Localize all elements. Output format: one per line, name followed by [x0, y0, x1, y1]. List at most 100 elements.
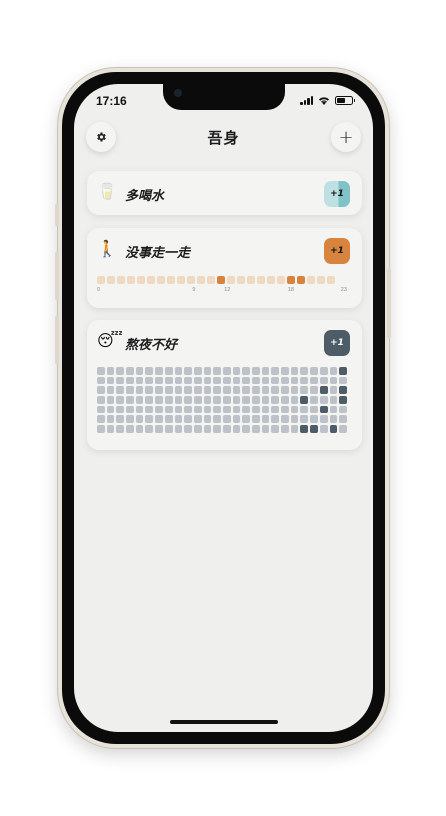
- history-cell: [135, 415, 144, 424]
- hour-cell: [227, 276, 235, 284]
- history-cell: [184, 367, 192, 375]
- hour-cell: [147, 276, 155, 284]
- history-cell: [174, 386, 183, 395]
- history-cell: [135, 386, 144, 395]
- history-cell: [203, 367, 212, 375]
- walking-person-icon: 🚶: [97, 239, 117, 258]
- history-cell: [252, 386, 260, 395]
- history-cell: [145, 405, 154, 414]
- history-cell: [310, 367, 318, 375]
- history-cell: [271, 425, 280, 433]
- history-cell: [252, 376, 260, 385]
- hour-tick-label: 23: [340, 287, 347, 293]
- battery-icon: [335, 96, 355, 105]
- history-cell: [135, 367, 144, 375]
- history-cell: [145, 396, 154, 404]
- history-cell: [164, 376, 173, 385]
- history-cell: [310, 376, 318, 385]
- history-cell: [126, 367, 134, 375]
- history-cell: [290, 376, 299, 385]
- hour-cell: [247, 276, 255, 284]
- history-cell: [97, 396, 105, 404]
- history-cell: [184, 396, 192, 404]
- history-cell: [281, 396, 289, 404]
- history-cell: [319, 425, 328, 433]
- history-cell: [339, 367, 347, 375]
- history-cell: [261, 405, 270, 414]
- hour-cell: [277, 276, 285, 284]
- habit-title: 多喝水: [125, 189, 165, 204]
- history-cell: [329, 367, 338, 375]
- plus-one-button[interactable]: +1: [324, 238, 350, 264]
- history-cell: [135, 405, 144, 414]
- history-cell: [290, 405, 299, 414]
- hour-cell: [137, 276, 145, 284]
- history-cell: [300, 405, 309, 414]
- plus-one-button[interactable]: +1: [324, 181, 350, 207]
- history-cell: [329, 415, 338, 424]
- habit-card-walk[interactable]: 🚶 没事走一走 +1 0 9 12 18 23: [87, 228, 362, 308]
- history-cell: [222, 425, 231, 433]
- history-cell: [232, 405, 241, 414]
- history-cell: [145, 386, 154, 395]
- history-cell: [193, 396, 202, 404]
- history-cell: [261, 386, 270, 395]
- history-cell: [329, 396, 338, 404]
- history-cell: [339, 396, 347, 404]
- history-cell: [174, 367, 183, 375]
- history-cell: [213, 396, 221, 404]
- history-cell: [97, 405, 105, 414]
- sleeping-face-icon: 😴: [97, 331, 123, 350]
- history-cell: [232, 425, 241, 433]
- history-cell: [242, 405, 250, 414]
- app-screen: 17:16 吾身 + 🥛 多喝水 +1 🚶 没事走一走 +1 0 9 12 18 23: [74, 84, 373, 732]
- history-cell: [203, 425, 212, 433]
- hour-cell: [287, 276, 295, 284]
- history-cell: [261, 376, 270, 385]
- history-cell: [126, 405, 134, 414]
- history-cell: [203, 415, 212, 424]
- camera-icon: [174, 89, 182, 97]
- history-cell: [193, 425, 202, 433]
- history-cell: [339, 386, 347, 395]
- history-cell: [261, 415, 270, 424]
- history-cell: [222, 415, 231, 424]
- history-cell: [329, 405, 338, 414]
- history-cell: [281, 415, 289, 424]
- history-cell: [252, 415, 260, 424]
- hour-cell: [177, 276, 185, 284]
- volume-down-button: [55, 316, 59, 364]
- history-cell: [252, 396, 260, 404]
- history-cell: [213, 425, 221, 433]
- history-cell: [193, 415, 202, 424]
- plus-one-button[interactable]: +1: [324, 330, 350, 356]
- history-cell: [242, 425, 250, 433]
- habit-card-water[interactable]: 🥛 多喝水 +1: [87, 171, 362, 215]
- history-cell: [281, 405, 289, 414]
- history-grid: [97, 367, 347, 433]
- history-cell: [310, 386, 318, 395]
- milk-glass-icon: 🥛: [97, 182, 117, 201]
- history-cell: [135, 376, 144, 385]
- hour-cell: [257, 276, 265, 284]
- volume-up-button: [55, 252, 59, 300]
- hour-cell: [207, 276, 215, 284]
- home-indicator[interactable]: [170, 720, 278, 724]
- habit-card-night[interactable]: 😴 熬夜不好 +1: [87, 320, 362, 450]
- history-cell: [232, 396, 241, 404]
- history-cell: [184, 386, 192, 395]
- history-cell: [252, 405, 260, 414]
- history-cell: [319, 415, 328, 424]
- history-cell: [213, 415, 221, 424]
- history-cell: [203, 386, 212, 395]
- history-cell: [106, 396, 115, 404]
- history-cell: [213, 376, 221, 385]
- history-cell: [203, 376, 212, 385]
- notch: [163, 84, 285, 110]
- history-cell: [106, 405, 115, 414]
- add-button[interactable]: +: [331, 122, 361, 152]
- history-cell: [97, 415, 105, 424]
- history-cell: [329, 425, 338, 433]
- history-cell: [116, 405, 125, 414]
- history-cell: [281, 386, 289, 395]
